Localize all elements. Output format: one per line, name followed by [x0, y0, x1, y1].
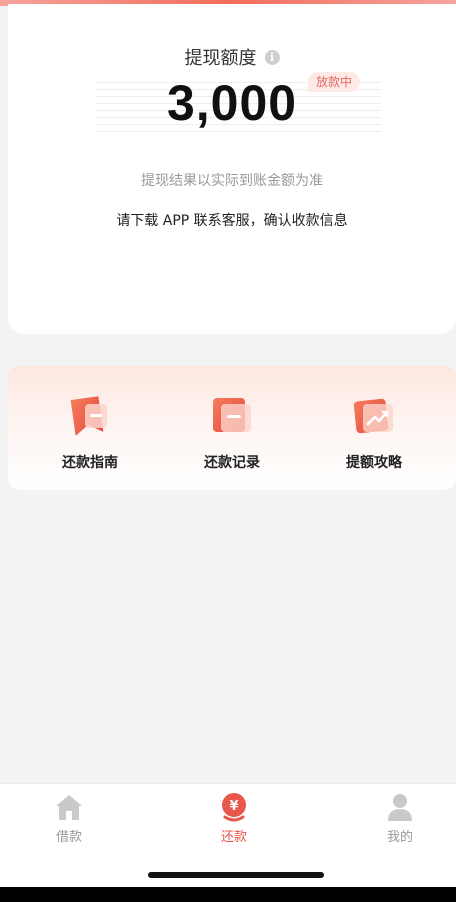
bottom-screen-edge	[0, 887, 456, 902]
repay-guide-button[interactable]: 还款指南	[30, 394, 150, 474]
quick-actions-panel: 还款指南 还款记录 提额攻略	[8, 366, 456, 490]
withdraw-amount: 3,000	[166, 75, 298, 131]
withdraw-card: 提现额度 i 3,000 放款中 提现结果以实际到账金额为准 请下载 APP 联…	[8, 4, 456, 334]
yuan-repay-icon: ¥	[218, 792, 250, 822]
tab-repay-label: 还款	[220, 830, 247, 845]
status-badge: 放款中	[308, 72, 361, 92]
home-indicator[interactable]	[148, 872, 324, 878]
tab-mine[interactable]: 我的	[360, 792, 440, 852]
repay-guide-label: 还款指南	[62, 455, 118, 471]
tab-repay[interactable]: ¥ 还款	[194, 792, 274, 852]
info-icon[interactable]: i	[264, 49, 280, 65]
svg-text:¥: ¥	[229, 799, 238, 814]
withdraw-title-row: 提现额度 i	[8, 44, 456, 70]
repay-record-button[interactable]: 还款记录	[172, 394, 292, 474]
limit-strategy-label: 提额攻略	[346, 455, 402, 471]
contact-text: 请下载 APP 联系客服，确认收款信息	[116, 213, 348, 229]
tab-mine-label: 我的	[386, 830, 413, 845]
home-icon	[53, 792, 85, 822]
user-icon	[384, 792, 416, 822]
withdraw-note: 提现结果以实际到账金额为准	[141, 173, 323, 189]
limit-strategy-button[interactable]: 提额攻略	[314, 394, 434, 474]
tab-borrow-label: 借款	[55, 830, 82, 845]
withdraw-title: 提现额度	[184, 48, 257, 69]
record-card-icon	[209, 394, 255, 440]
bookmark-card-icon	[67, 394, 113, 440]
tab-borrow[interactable]: 借款	[29, 792, 109, 852]
repay-record-label: 还款记录	[204, 455, 260, 471]
trend-up-card-icon	[351, 394, 397, 440]
